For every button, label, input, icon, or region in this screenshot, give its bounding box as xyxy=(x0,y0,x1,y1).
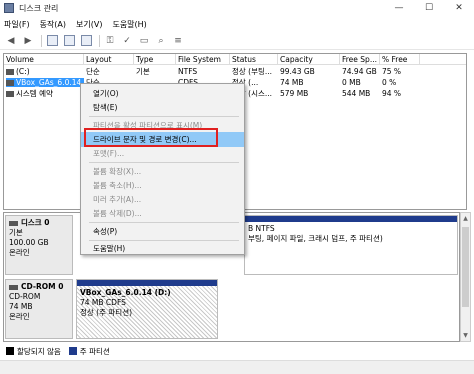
cell-fs: NTFS xyxy=(178,67,198,76)
list-view-icon[interactable]: ≡ xyxy=(171,34,185,48)
col-type[interactable]: Type xyxy=(134,54,176,65)
partition-bar xyxy=(245,216,457,222)
cell-capacity: 99.43 GB xyxy=(280,67,315,76)
menu-help[interactable]: 도움말(H) xyxy=(112,19,146,30)
console-tree-icon[interactable] xyxy=(45,34,59,48)
hard-disk-icon xyxy=(9,220,18,226)
partition-size: B NTFS xyxy=(248,224,275,233)
minimize-button[interactable]: — xyxy=(384,0,414,16)
partition-name: VBox_GAs_6.0.14 (D:) xyxy=(80,288,171,297)
menu-separator xyxy=(89,222,239,223)
toolbar-separator xyxy=(41,34,42,47)
menu-properties[interactable]: 속성(P) xyxy=(81,224,244,239)
partition-status: 부팅, 페이지 파일, 크래시 덤프, 주 파티션) xyxy=(248,234,383,243)
cd-drive-icon xyxy=(9,284,18,290)
cell-pct: 0 % xyxy=(382,78,397,87)
cell-pct: 94 % xyxy=(382,89,402,98)
partition-d[interactable]: VBox_GAs_6.0.14 (D:) 74 MB CDFS 정상 (주 파티… xyxy=(76,279,218,339)
scroll-thumb[interactable] xyxy=(462,227,469,307)
cell-free: 544 MB xyxy=(342,89,371,98)
disk-type: 기본 xyxy=(9,228,23,237)
cell-layout: 단순 xyxy=(86,67,100,76)
menu-explore[interactable]: 탐색(E) xyxy=(81,100,244,115)
disk-state: 온라인 xyxy=(9,248,30,257)
close-button[interactable]: ✕ xyxy=(444,0,474,16)
cell-status: 정상 (부팅... xyxy=(232,67,273,76)
col-file-system[interactable]: File System xyxy=(176,54,230,65)
scroll-up-icon[interactable]: ▲ xyxy=(461,214,470,223)
toolbar: ◀ ▶ ⚿ ✓ ▭ ⌕ ≡ xyxy=(0,32,474,50)
menu-file[interactable]: 파일(F) xyxy=(4,19,30,30)
open-folder-icon[interactable]: ▭ xyxy=(137,34,151,48)
volume-name: (C:) xyxy=(6,67,30,76)
disk-size: 74 MB xyxy=(9,302,33,311)
menu-delete-volume[interactable]: 볼륨 삭제(D)... xyxy=(81,206,244,221)
col-capacity[interactable]: Capacity xyxy=(278,54,340,65)
legend-unallocated: 할당되지 않음 xyxy=(17,346,61,356)
menu-add-mirror[interactable]: 미러 추가(A)... xyxy=(81,192,244,207)
unallocated-swatch xyxy=(6,347,14,355)
forward-arrow-icon[interactable]: ▶ xyxy=(21,34,35,48)
cd-drive-icon xyxy=(6,80,14,86)
cell-free: 0 MB xyxy=(342,78,361,87)
cdrom-0-label[interactable]: CD-ROM 0 CD-ROM 74 MB 온라인 xyxy=(5,279,73,339)
col-volume[interactable]: Volume xyxy=(4,54,84,65)
menu-open[interactable]: 열기(O) xyxy=(81,86,244,101)
disk-name: 디스크 0 xyxy=(21,218,50,227)
cell-free: 74.94 GB xyxy=(342,67,377,76)
cell-capacity: 579 MB xyxy=(280,89,309,98)
table-row[interactable]: (C:) 단순 기본 NTFS 정상 (부팅... 99.43 GB 74.94… xyxy=(4,66,466,77)
checkmark-icon[interactable]: ✓ xyxy=(120,34,134,48)
primary-swatch xyxy=(68,347,77,355)
volume-name: 시스템 예약 xyxy=(6,89,53,98)
cell-capacity: 74 MB xyxy=(280,78,304,87)
scroll-down-icon[interactable]: ▼ xyxy=(461,331,470,340)
volume-name: VBox_GAs_6.0.14... xyxy=(6,78,84,87)
menu-bar: 파일(F) 동작(A) 보기(V) 도움말(H) xyxy=(0,16,474,32)
col-pct-free[interactable]: % Free xyxy=(380,54,420,65)
partition-c[interactable]: B NTFS 부팅, 페이지 파일, 크래시 덤프, 주 파티션) xyxy=(244,215,458,275)
context-menu: 열기(O) 탐색(E) 파티션을 활성 파티션으로 표시(M) 드라이브 문자 … xyxy=(80,83,245,255)
back-arrow-icon[interactable]: ◀ xyxy=(4,34,18,48)
menu-help[interactable]: 도움말(H) xyxy=(81,241,244,256)
volume-icon xyxy=(6,69,14,75)
menu-action[interactable]: 동작(A) xyxy=(40,19,66,30)
properties-icon[interactable] xyxy=(79,34,93,48)
partition-status: 정상 (주 파티션) xyxy=(80,308,133,317)
title-bar: 디스크 관리 — ☐ ✕ xyxy=(0,0,474,16)
partition-bar xyxy=(77,280,217,286)
volume-icon xyxy=(6,91,14,97)
menu-format[interactable]: 포맷(F)... xyxy=(81,146,244,161)
key-icon[interactable]: ⚿ xyxy=(103,34,117,48)
disk-size: 100.00 GB xyxy=(9,238,49,247)
maximize-button[interactable]: ☐ xyxy=(414,0,444,16)
col-status[interactable]: Status xyxy=(230,54,278,65)
legend: 할당되지 않음 주 파티션 xyxy=(3,344,471,358)
menu-extend-volume[interactable]: 볼륨 확장(X)... xyxy=(81,164,244,179)
disk-area-scrollbar[interactable]: ▲ ▼ xyxy=(460,212,471,342)
cell-type: 기본 xyxy=(136,67,150,76)
legend-primary: 주 파티션 xyxy=(79,346,110,356)
disk-type: CD-ROM xyxy=(9,292,41,301)
toolbar-separator xyxy=(99,34,100,47)
search-icon[interactable]: ⌕ xyxy=(154,34,168,48)
cell-pct: 75 % xyxy=(382,67,402,76)
disk-0-label[interactable]: 디스크 0 기본 100.00 GB 온라인 xyxy=(5,215,73,275)
help-icon[interactable] xyxy=(62,34,76,48)
disk-state: 온라인 xyxy=(9,312,30,321)
volume-list-header: Volume Layout Type File System Status Ca… xyxy=(4,54,466,65)
status-bar xyxy=(0,360,474,374)
menu-shrink-volume[interactable]: 볼륨 축소(H)... xyxy=(81,178,244,193)
col-free-space[interactable]: Free Sp... xyxy=(340,54,380,65)
menu-separator xyxy=(89,162,239,163)
highlight-annotation-box xyxy=(84,128,218,147)
menu-view[interactable]: 보기(V) xyxy=(76,19,102,30)
disk-name: CD-ROM 0 xyxy=(21,282,64,291)
window-title: 디스크 관리 xyxy=(19,3,59,13)
col-layout[interactable]: Layout xyxy=(84,54,134,65)
partition-size: 74 MB CDFS xyxy=(80,298,126,307)
disk-management-icon xyxy=(4,3,14,13)
menu-separator xyxy=(89,116,239,117)
